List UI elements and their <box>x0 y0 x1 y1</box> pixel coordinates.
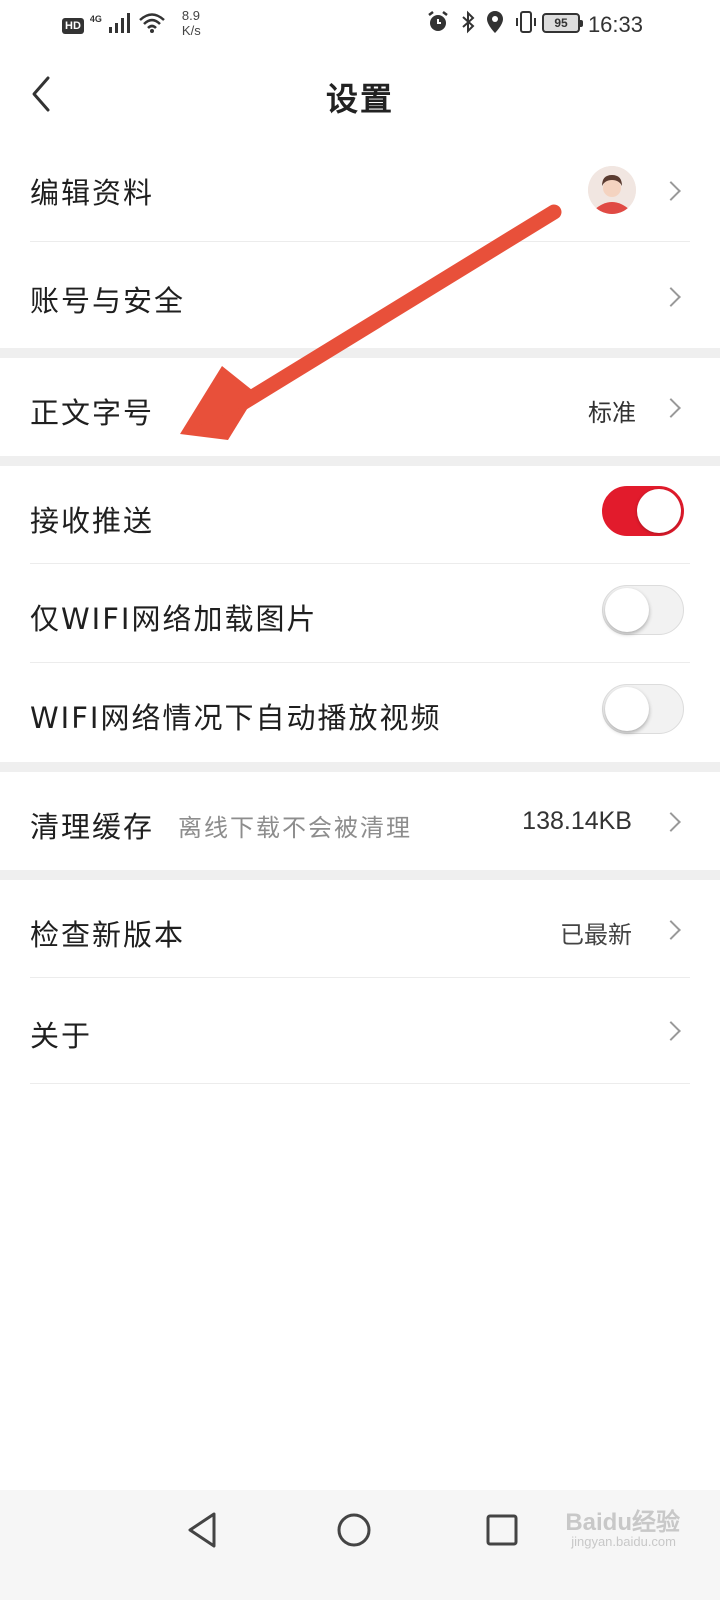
cache-size-value: 138.14KB <box>522 807 632 835</box>
row-label: 清理缓存 <box>30 810 155 844</box>
signal-icon <box>108 13 130 33</box>
chevron-right-icon <box>661 1021 681 1041</box>
row-account-security[interactable]: 账号与安全 <box>0 242 720 348</box>
wifi-icon <box>139 13 165 33</box>
vibrate-icon <box>516 11 536 33</box>
network-type: 4G <box>89 14 102 24</box>
watermark-url: jingyan.baidu.com <box>571 1534 676 1549</box>
row-push: 接收推送 <box>0 466 720 564</box>
chevron-right-icon <box>661 287 681 307</box>
user-avatar-icon <box>588 166 636 214</box>
row-label: 正文字号 <box>30 396 155 430</box>
avatar <box>588 166 636 214</box>
row-font-size[interactable]: 正文字号 标准 <box>0 358 720 456</box>
row-check-update[interactable]: 检查新版本 已最新 <box>0 880 720 978</box>
hd-badge: HD <box>62 18 84 34</box>
header: 设置 <box>0 48 720 140</box>
nav-recents-icon[interactable] <box>482 1510 522 1550</box>
network-speed: 8.9 K/s <box>181 8 201 38</box>
location-icon <box>487 11 503 33</box>
row-label: 编辑资料 <box>30 176 155 210</box>
clock: 16:33 <box>587 12 643 37</box>
row-clear-cache[interactable]: 清理缓存 离线下载不会被清理 138.14KB <box>0 772 720 870</box>
chevron-right-icon <box>661 920 681 940</box>
update-status-value: 已最新 <box>560 921 632 949</box>
bluetooth-icon <box>462 10 475 34</box>
row-wifi-images: 仅WIFI网络加载图片 <box>0 564 720 663</box>
section-separator <box>0 762 720 772</box>
row-edit-profile[interactable]: 编辑资料 <box>0 140 720 242</box>
row-label: 账号与安全 <box>30 284 186 318</box>
page-title: 设置 <box>325 80 394 118</box>
section-separator <box>0 348 720 358</box>
divider <box>30 1083 690 1084</box>
section-separator <box>0 870 720 880</box>
section-separator <box>0 456 720 466</box>
row-label: 仅WIFI网络加载图片 <box>30 602 318 636</box>
status-bar: HD 4G 8.9 K/s 95 16:33 <box>0 0 720 48</box>
nav-back-icon[interactable] <box>184 1510 224 1550</box>
chevron-right-icon <box>661 181 681 201</box>
battery-icon: 95 <box>542 13 583 33</box>
nav-home-icon[interactable] <box>334 1510 374 1550</box>
navigation-bar: Baidu经验 jingyan.baidu.com <box>0 1490 720 1600</box>
chevron-right-icon <box>661 812 681 832</box>
row-label: 检查新版本 <box>30 918 186 952</box>
alarm-icon <box>428 11 448 31</box>
push-toggle[interactable] <box>602 486 684 536</box>
font-size-value: 标准 <box>588 399 636 427</box>
row-label: 关于 <box>30 1019 93 1053</box>
clear-cache-hint: 离线下载不会被清理 <box>178 814 412 842</box>
wifi-autoplay-toggle[interactable] <box>602 684 684 734</box>
row-about[interactable]: 关于 <box>0 978 720 1084</box>
row-label: WIFI网络情况下自动播放视频 <box>30 701 442 735</box>
row-label: 接收推送 <box>30 504 155 538</box>
watermark: Baidu经验 <box>565 1509 680 1536</box>
row-wifi-autoplay: WIFI网络情况下自动播放视频 <box>0 663 720 762</box>
chevron-right-icon <box>661 398 681 418</box>
wifi-images-toggle[interactable] <box>602 585 684 635</box>
